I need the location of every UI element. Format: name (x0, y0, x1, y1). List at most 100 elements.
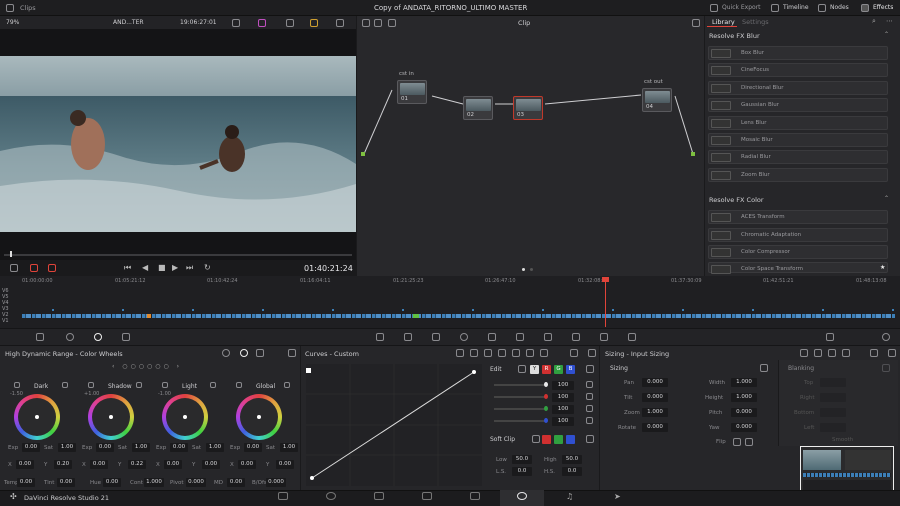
qualifier-icon[interactable] (432, 333, 440, 341)
fx-item-mosaic-blur[interactable]: Mosaic Blur (708, 133, 888, 147)
channel-slider-track[interactable] (494, 396, 546, 398)
reverse-play-icon[interactable]: ◀ (142, 263, 148, 272)
hue-field[interactable]: 0.00 (103, 478, 121, 487)
zone-toggle-icon[interactable] (236, 382, 242, 388)
video-track-v1[interactable] (22, 314, 895, 318)
channel-g-button[interactable]: G (554, 365, 563, 374)
cut-page-icon[interactable] (326, 492, 336, 500)
reset-icon[interactable] (586, 393, 593, 400)
cont-field[interactable]: 1.000 (144, 478, 164, 487)
tint-field[interactable]: 0.00 (57, 478, 75, 487)
timeline-ruler[interactable]: 01:00:00:00 01:05:21:12 01:10:42:24 01:16:0… (22, 278, 900, 286)
reset-icon[interactable] (586, 365, 594, 373)
pan-field[interactable]: 0.000 (642, 378, 668, 387)
channel-y-button[interactable]: Y (530, 365, 539, 374)
width-field[interactable]: 1.000 (731, 378, 757, 387)
flip-vertical-icon[interactable] (745, 438, 753, 446)
channel-r-button[interactable]: R (542, 365, 551, 374)
last-frame-icon[interactable]: ⏭ (186, 263, 193, 273)
panel-option-icon[interactable] (222, 349, 230, 357)
reset-icon[interactable] (256, 349, 264, 357)
reset-icon[interactable] (586, 417, 593, 424)
viewer-scrubber[interactable] (4, 254, 352, 256)
panel-menu-icon[interactable] (588, 349, 596, 357)
bofs-field[interactable]: 0.000 (266, 478, 286, 487)
key-icon[interactable] (572, 333, 580, 341)
viewer-option-icon[interactable] (232, 19, 240, 27)
fx-item-zoom-blur[interactable]: Zoom Blur (708, 168, 888, 182)
color-wheel-light[interactable] (162, 394, 208, 440)
fx-item-radial-blur[interactable]: Radial Blur (708, 150, 888, 164)
collapse-icon[interactable]: ⌃ (884, 195, 889, 202)
curve-type-icon[interactable] (512, 349, 520, 357)
soft-clip-b[interactable] (566, 435, 575, 444)
y-field[interactable]: 0.00 (276, 460, 294, 469)
y-field[interactable]: 0.22 (128, 460, 146, 469)
reset-icon[interactable] (136, 382, 142, 388)
channel-slider-track[interactable] (494, 420, 546, 422)
fx-item-directional-blur[interactable]: Directional Blur (708, 81, 888, 95)
channel-b-button[interactable]: B (566, 365, 575, 374)
curve-type-icon[interactable] (498, 349, 506, 357)
y-field[interactable]: 0.00 (202, 460, 220, 469)
node-04[interactable]: 04 (642, 88, 672, 112)
sizing-mode-icon[interactable] (842, 349, 850, 357)
zone-toggle-icon[interactable] (14, 382, 20, 388)
fx-item-lens-blur[interactable]: Lens Blur (708, 116, 888, 130)
node-page-dot[interactable] (530, 268, 533, 271)
timeline-playhead[interactable] (602, 277, 609, 327)
reset-icon[interactable] (870, 349, 878, 357)
sat-field[interactable]: 1.00 (280, 443, 298, 452)
sizing-mode-icon[interactable] (828, 349, 836, 357)
sizing-icon[interactable] (600, 333, 608, 341)
curve-type-icon[interactable] (456, 349, 464, 357)
fx-item-aces-transform[interactable]: ACES Transform (708, 210, 888, 224)
tab-settings[interactable]: Settings (742, 18, 769, 26)
tab-library[interactable]: Library (712, 18, 735, 26)
channel-slider-handle[interactable] (544, 394, 548, 399)
media-pool-icon[interactable] (6, 4, 14, 12)
reset-icon[interactable] (284, 382, 290, 388)
channel-intensity-field[interactable]: 100 (552, 417, 574, 426)
deliver-page-icon[interactable]: ➤ (614, 492, 621, 501)
zone-toggle-icon[interactable] (162, 382, 168, 388)
zoom-field[interactable]: 1.000 (642, 408, 668, 417)
panel-menu-icon[interactable] (288, 349, 296, 357)
curve-type-icon[interactable] (470, 349, 478, 357)
info-icon[interactable] (882, 333, 890, 341)
camera-raw-icon[interactable] (36, 333, 44, 341)
node-page-dot-active[interactable] (522, 268, 525, 271)
color-wheel-shadow[interactable] (88, 394, 134, 440)
channel-slider-track[interactable] (494, 384, 546, 386)
tilt-field[interactable]: 0.000 (642, 393, 668, 402)
md-field[interactable]: 0.00 (227, 478, 245, 487)
color-match-icon[interactable] (66, 333, 74, 341)
reset-icon[interactable] (586, 381, 593, 388)
effects-button[interactable]: Effects (873, 4, 893, 11)
node-03[interactable]: 03 (513, 96, 543, 120)
curve-graph[interactable] (306, 364, 482, 486)
effects-icon[interactable] (861, 4, 869, 12)
fusion-page-icon[interactable] (422, 492, 432, 500)
hdr-icon[interactable] (122, 333, 130, 341)
color-page-icon[interactable] (517, 492, 527, 500)
highlight-icon[interactable] (258, 19, 266, 27)
split-screen-icon[interactable] (310, 19, 318, 27)
flip-horizontal-icon[interactable] (733, 438, 741, 446)
soft-clip-g[interactable] (554, 435, 563, 444)
link-icon[interactable] (532, 435, 540, 443)
fullscreen-icon[interactable] (336, 19, 344, 27)
sat-field[interactable]: 1.00 (58, 443, 76, 452)
blur-icon[interactable] (544, 333, 552, 341)
pivot-field[interactable]: 0.000 (186, 478, 206, 487)
exp-field[interactable]: 0.00 (170, 443, 188, 452)
quick-export-icon[interactable] (710, 4, 718, 12)
node-02[interactable]: 02 (463, 96, 493, 120)
layer-icon[interactable] (30, 264, 38, 272)
reset-icon[interactable] (210, 382, 216, 388)
x-field[interactable]: 0.00 (16, 460, 34, 469)
timeline-button[interactable]: Timeline (783, 4, 809, 11)
video-track-v2[interactable] (22, 309, 895, 311)
low-field[interactable]: 50.0 (512, 455, 532, 464)
search-icon[interactable]: ⌕ (872, 17, 876, 26)
